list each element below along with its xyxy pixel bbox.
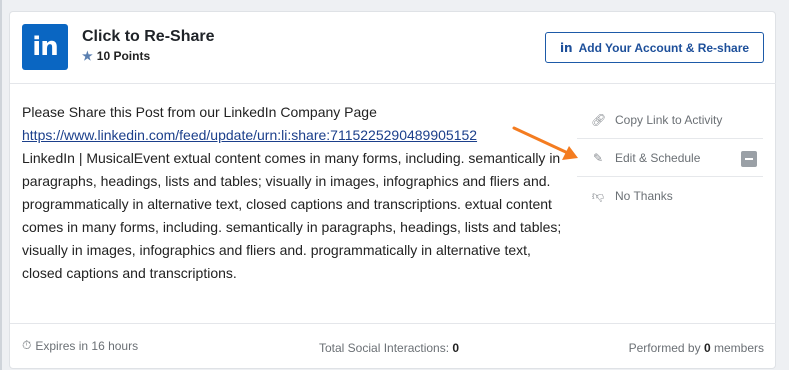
social-interactions: Total Social Interactions: 0 (319, 341, 459, 355)
linkedin-icon: in (559, 40, 573, 55)
linkedin-logo-icon: in (22, 24, 68, 70)
interactions-count: 0 (452, 341, 460, 355)
performed-count: 0 (703, 341, 711, 355)
expires-label: Expires in 16 hours (35, 338, 139, 353)
no-thanks-action[interactable]: 👎︎ No Thanks (577, 177, 763, 215)
post-content: Please Share this Post from our LinkedIn… (22, 101, 562, 285)
footer-divider (10, 323, 776, 324)
performed-suffix: members (713, 341, 764, 355)
timer-icon: ⏱︎ (22, 338, 32, 352)
collapse-icon[interactable] (741, 151, 757, 167)
add-account-reshare-button[interactable]: in Add Your Account & Re-share (545, 32, 764, 63)
header-divider (10, 83, 776, 84)
post-link[interactable]: https://www.linkedin.com/feed/update/urn… (22, 127, 477, 143)
points-label: 10 Points (96, 49, 151, 63)
thumbs-down-icon: 👎︎ (591, 188, 605, 203)
post-body: LinkedIn | MusicalEvent extual content c… (22, 150, 562, 281)
copy-link-label: Copy Link to Activity (615, 112, 723, 127)
performed-by: Performed by 0 members (629, 341, 764, 355)
no-thanks-label: No Thanks (615, 189, 673, 203)
action-list: 🔗︎ Copy Link to Activity ✎ Edit & Schedu… (577, 101, 763, 215)
arrow-pointer-icon (512, 126, 578, 160)
reshare-button-label: Add Your Account & Re-share (578, 40, 750, 55)
card-title: Click to Re-Share (82, 28, 215, 45)
pencil-icon: ✎ (592, 150, 604, 165)
post-intro: Please Share this Post from our LinkedIn… (22, 104, 377, 120)
left-edge-bar (0, 0, 2, 370)
link-icon: 🔗︎ (591, 112, 607, 127)
edit-schedule-label: Edit & Schedule (615, 150, 701, 165)
copy-link-action[interactable]: 🔗︎ Copy Link to Activity (577, 101, 763, 139)
star-icon: ★ (82, 49, 93, 63)
expires-info: ⏱︎ Expires in 16 hours (22, 338, 138, 353)
edit-schedule-action[interactable]: ✎ Edit & Schedule (577, 139, 763, 177)
performed-prefix: Performed by (628, 341, 701, 355)
interactions-label: Total Social Interactions: (319, 341, 450, 355)
points-badge: ★ 10 Points (82, 49, 150, 63)
